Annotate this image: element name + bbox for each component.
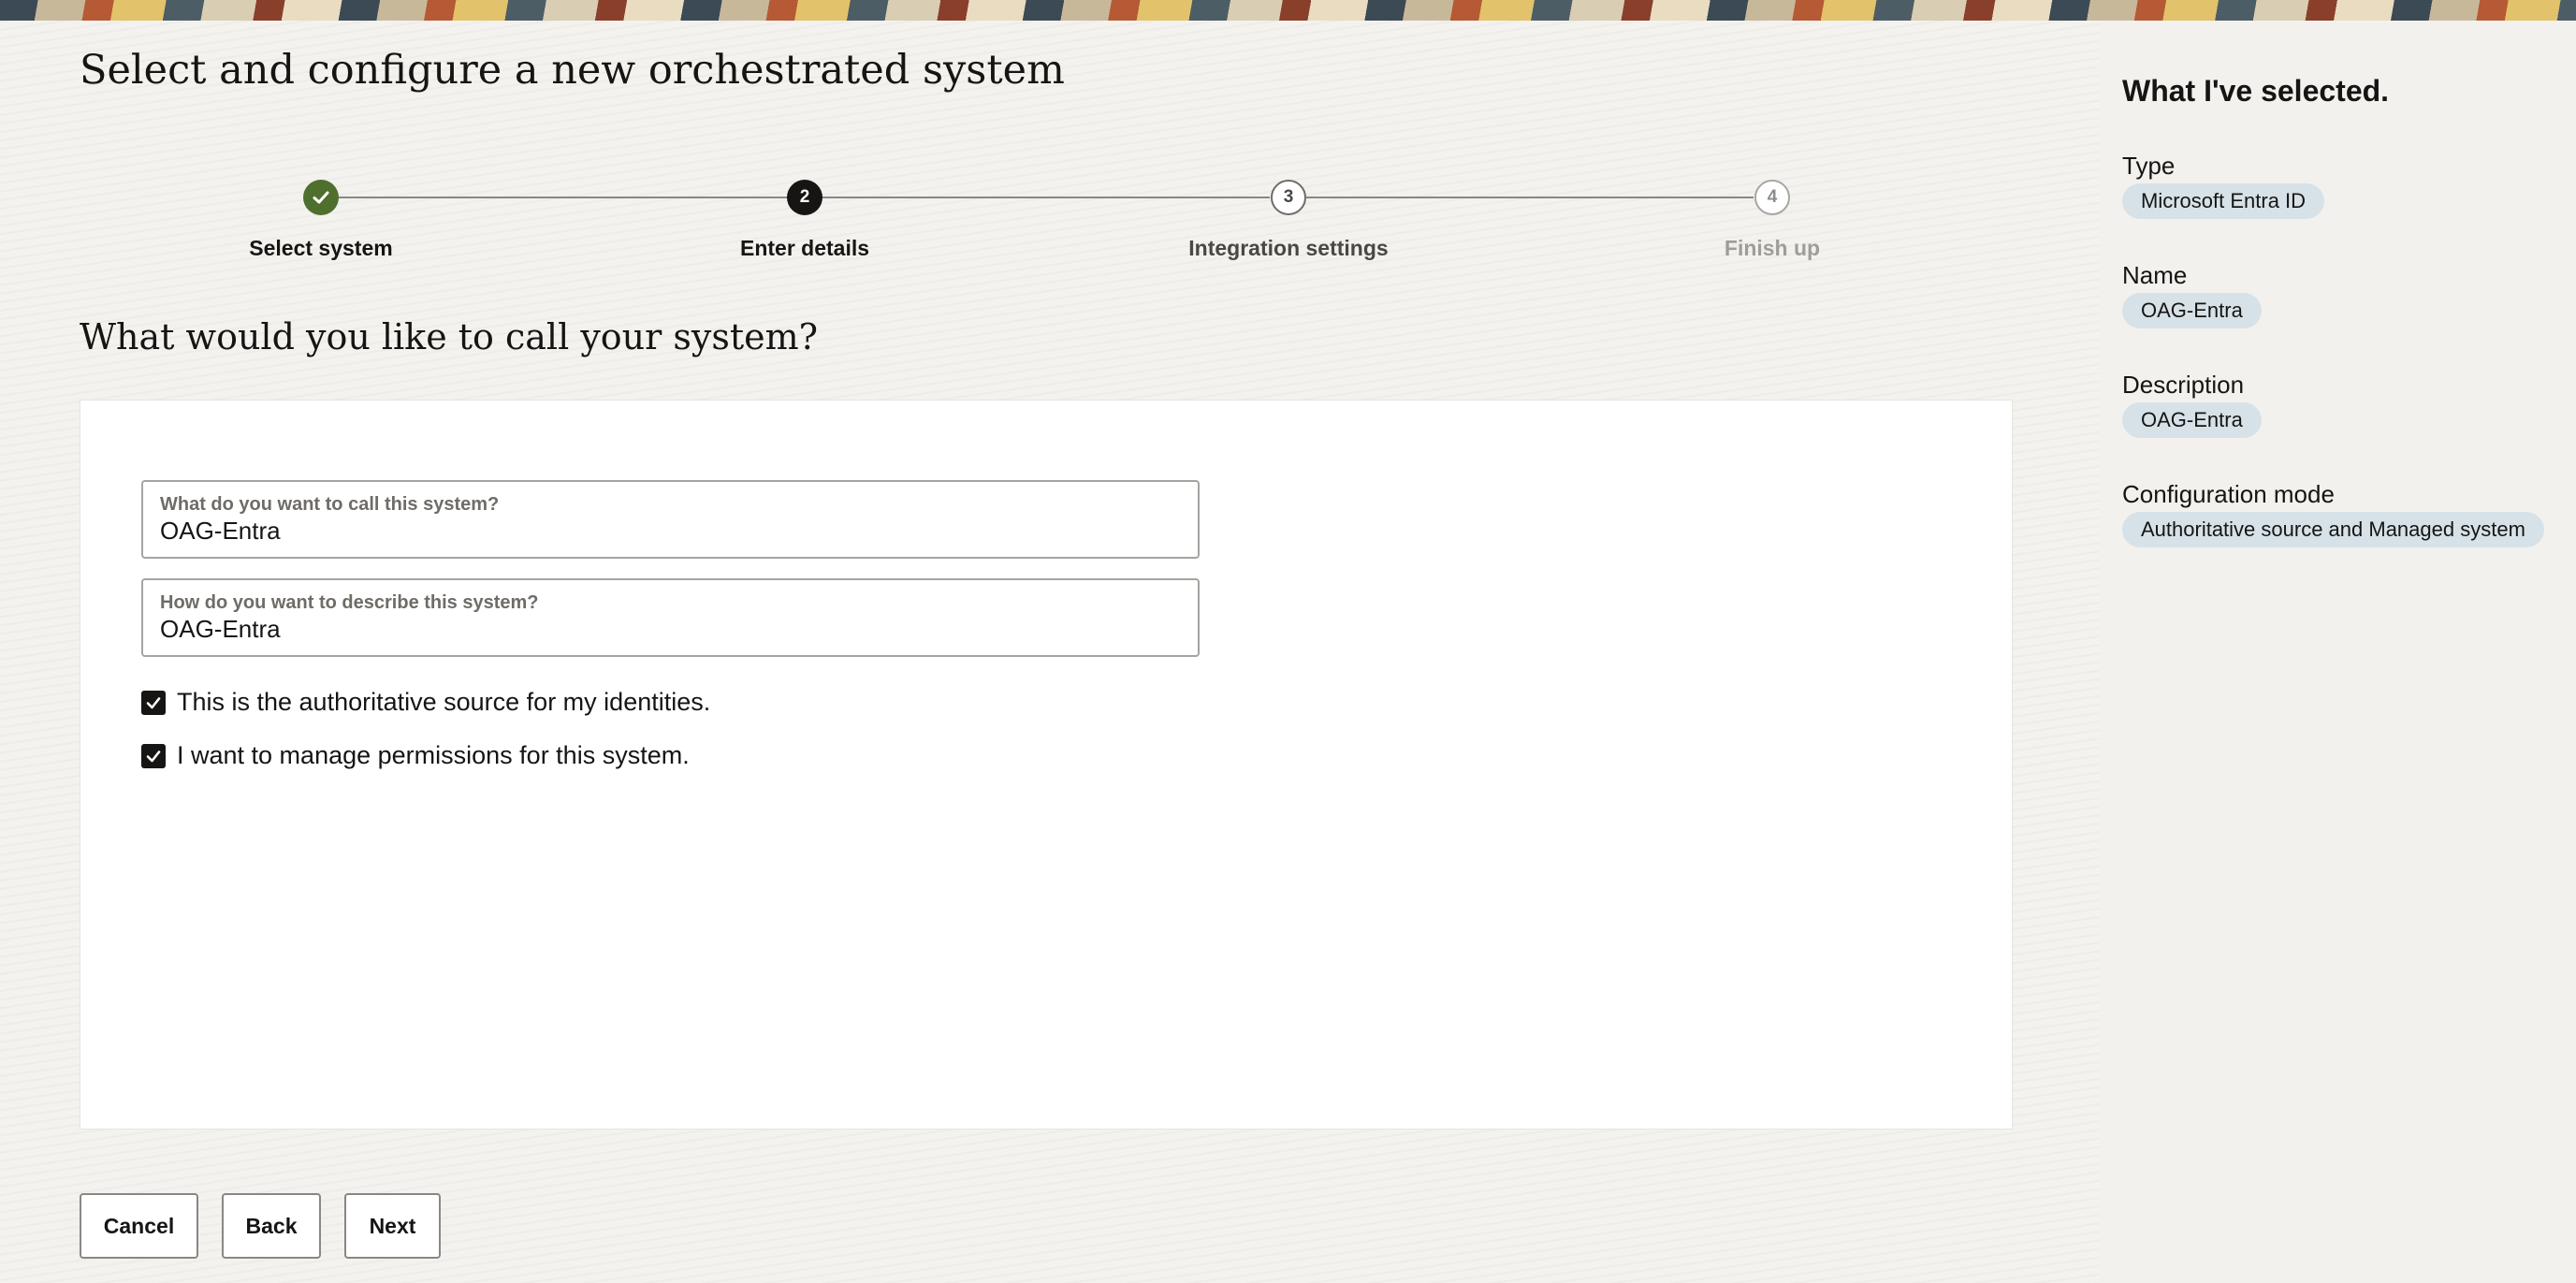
step-label-finish-up: Finish up — [1724, 236, 1821, 260]
summary-description-label: Description — [2122, 371, 2245, 399]
step-3-indicator[interactable]: 3 — [1271, 180, 1306, 215]
checkbox-checked-icon — [146, 696, 161, 708]
manage-permissions-option[interactable]: I want to manage permissions for this sy… — [141, 741, 690, 770]
section-title: What would you like to call your system? — [80, 316, 819, 357]
summary-description-chip: OAG-Entra — [2122, 402, 2262, 438]
step-label-select-system[interactable]: Select system — [249, 236, 392, 261]
selection-summary-panel: What I've selected. Type Microsoft Entra… — [2099, 21, 2576, 1283]
step-1-complete-icon[interactable] — [303, 180, 339, 215]
step-connector — [1306, 197, 1754, 198]
authoritative-source-label[interactable]: This is the authoritative source for my … — [177, 688, 710, 717]
summary-name-label: Name — [2122, 261, 2188, 289]
step-label-enter-details[interactable]: Enter details — [740, 236, 869, 261]
next-button[interactable]: Next — [344, 1193, 441, 1259]
cancel-button[interactable]: Cancel — [80, 1193, 198, 1259]
details-form-card: What do you want to call this system? Ho… — [80, 400, 2013, 1130]
summary-title: What I've selected. — [2122, 74, 2390, 108]
system-name-input[interactable] — [160, 517, 1171, 546]
checkmark-icon — [313, 191, 329, 204]
system-description-label: How do you want to describe this system? — [160, 592, 539, 613]
checkbox-checked-icon — [146, 750, 161, 762]
train-stepper: 2 3 4 Select system Enter details Integr… — [0, 21, 2099, 301]
step-4-indicator: 4 — [1754, 180, 1790, 215]
authoritative-source-checkbox[interactable] — [141, 690, 166, 715]
summary-type-chip: Microsoft Entra ID — [2122, 183, 2325, 219]
step-connector — [822, 197, 1270, 198]
manage-permissions-checkbox[interactable] — [141, 743, 166, 768]
system-name-label: What do you want to call this system? — [160, 494, 500, 515]
system-name-field[interactable]: What do you want to call this system? — [141, 480, 1200, 559]
main-content: Select and configure a new orchestrated … — [0, 21, 2099, 1283]
system-description-field[interactable]: How do you want to describe this system? — [141, 578, 1200, 657]
summary-configuration-mode-label: Configuration mode — [2122, 480, 2335, 508]
authoritative-source-option[interactable]: This is the authoritative source for my … — [141, 688, 710, 717]
decorative-banner — [0, 0, 2576, 21]
summary-type-label: Type — [2122, 152, 2176, 180]
summary-configuration-mode-chip: Authoritative source and Managed system — [2122, 512, 2544, 547]
step-2-indicator[interactable]: 2 — [787, 180, 822, 215]
step-connector — [339, 197, 788, 198]
system-description-input[interactable] — [160, 615, 1171, 644]
back-button[interactable]: Back — [222, 1193, 321, 1259]
manage-permissions-label[interactable]: I want to manage permissions for this sy… — [177, 741, 690, 770]
summary-name-chip: OAG-Entra — [2122, 293, 2262, 328]
step-label-integration-settings[interactable]: Integration settings — [1188, 236, 1388, 261]
